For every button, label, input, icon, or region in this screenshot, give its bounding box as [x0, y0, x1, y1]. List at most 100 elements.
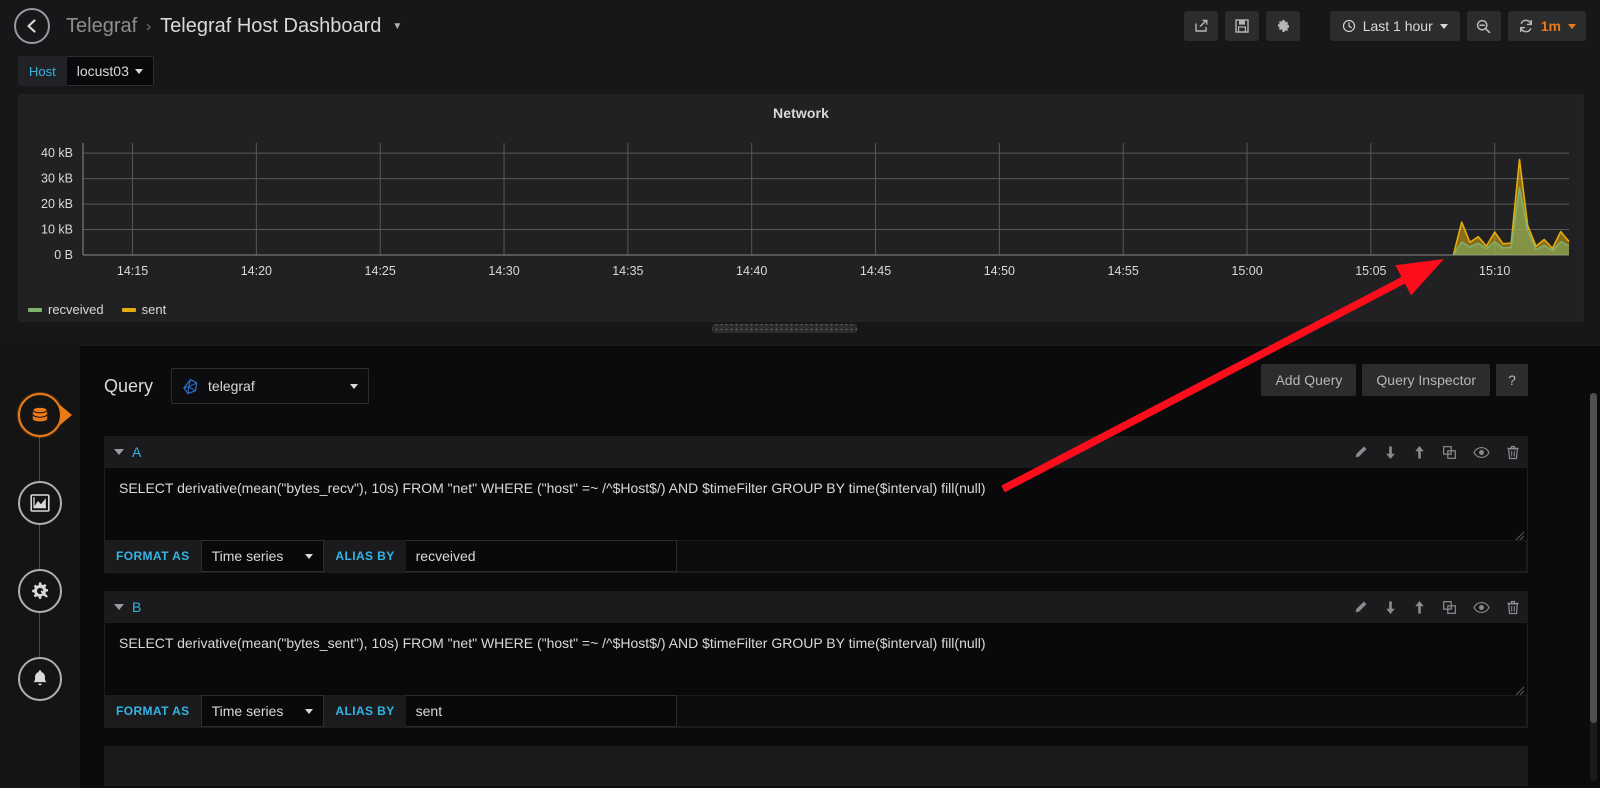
database-icon [32, 406, 48, 422]
breadcrumb-separator-icon: › [146, 17, 152, 35]
move-query-down-icon[interactable] [1384, 445, 1397, 460]
legend-color-swatch [28, 307, 42, 312]
breadcrumb-root-link[interactable]: Telegraf [66, 15, 137, 38]
move-query-down-icon[interactable] [1384, 600, 1397, 615]
query-editor-header: Query telegraf Add Query Query Inspector… [80, 346, 1600, 404]
refresh-icon [1519, 19, 1532, 33]
variable-picker-host[interactable]: locust03 [66, 56, 154, 86]
alias-by-input[interactable]: sent [405, 695, 677, 727]
panel-resize-handle[interactable] [712, 324, 857, 333]
time-range-picker[interactable]: Last 1 hour [1329, 11, 1460, 41]
legend-label: recveived [48, 302, 104, 317]
textarea-resize-grip[interactable] [1515, 683, 1525, 695]
dashboard-settings-button[interactable] [1265, 11, 1300, 41]
chevron-down-icon[interactable]: ▼ [392, 21, 402, 32]
zoom-out-icon [1477, 19, 1491, 33]
add-query-button[interactable]: Add Query [1261, 364, 1357, 396]
save-dashboard-button[interactable] [1224, 11, 1259, 41]
chevron-down-icon [134, 68, 143, 74]
collapse-query-icon[interactable] [114, 604, 124, 610]
panel-editor-sidebar [0, 345, 80, 788]
query-help-button[interactable]: ? [1496, 364, 1528, 396]
editor-scrollbar-thumb[interactable] [1590, 393, 1597, 723]
query-ref-id[interactable]: A [132, 444, 141, 460]
template-variable-row: Host locust03 [18, 56, 154, 86]
format-as-select[interactable]: Time series [200, 540, 325, 572]
legend-item[interactable]: recveived [28, 302, 104, 317]
graph-plot-area[interactable]: 0 B 10 kB 20 kB 30 kB 40 kB 14:15 14:20 14:25 14… [19, 121, 1583, 299]
svg-text:14:35: 14:35 [612, 264, 643, 278]
editor-tab-general[interactable] [18, 569, 62, 613]
format-as-label: FORMAT AS [105, 695, 201, 727]
share-dashboard-button[interactable] [1183, 11, 1218, 41]
query-sql-textarea[interactable]: SELECT derivative(mean("bytes_recv"), 10… [105, 468, 1527, 540]
chevron-down-icon [305, 553, 314, 559]
query-sql-text: SELECT derivative(mean("bytes_sent"), 10… [119, 635, 986, 651]
chevron-down-icon [1439, 23, 1448, 29]
graph-area-icon [30, 494, 50, 512]
editor-tab-queries[interactable] [18, 393, 62, 437]
legend-item[interactable]: sent [121, 302, 166, 317]
query-inspector-button[interactable]: Query Inspector [1362, 364, 1490, 396]
refresh-interval-label: 1m [1540, 18, 1561, 34]
move-query-up-icon[interactable] [1413, 445, 1426, 460]
query-row-body: SELECT derivative(mean("bytes_recv"), 10… [104, 468, 1528, 573]
datasource-name: telegraf [208, 378, 255, 394]
format-as-label: FORMAT AS [105, 540, 201, 572]
textarea-resize-grip[interactable] [1515, 528, 1525, 540]
back-button[interactable] [14, 8, 50, 44]
format-as-value: Time series [211, 703, 284, 719]
query-ref-id[interactable]: B [132, 599, 141, 615]
query-sql-text: SELECT derivative(mean("bytes_recv"), 10… [119, 480, 986, 496]
svg-text:14:50: 14:50 [984, 264, 1015, 278]
format-as-select[interactable]: Time series [200, 695, 325, 727]
alias-by-value: recveived [415, 548, 476, 564]
editor-tab-visualization[interactable] [18, 481, 62, 525]
delete-query-icon[interactable] [1506, 445, 1520, 460]
top-navbar: Telegraf › Telegraf Host Dashboard ▼ Las… [0, 0, 1600, 52]
svg-text:14:25: 14:25 [365, 264, 396, 278]
toggle-query-visibility-icon[interactable] [1473, 601, 1490, 614]
toggle-query-visibility-icon[interactable] [1473, 446, 1490, 459]
svg-text:14:30: 14:30 [488, 264, 519, 278]
query-section-label: Query [104, 375, 154, 396]
delete-query-icon[interactable] [1506, 600, 1520, 615]
query-row-header: A [104, 436, 1528, 468]
svg-text:15:10: 15:10 [1479, 264, 1510, 278]
refresh-picker[interactable]: 1m [1507, 11, 1586, 41]
duplicate-query-icon[interactable] [1442, 600, 1457, 615]
svg-text:20 kB: 20 kB [41, 197, 73, 211]
query-footer-filler [676, 540, 1527, 572]
chevron-down-icon [305, 708, 314, 714]
svg-text:0 B: 0 B [54, 248, 73, 262]
format-as-value: Time series [211, 548, 284, 564]
dashboard-title[interactable]: Telegraf Host Dashboard [160, 15, 381, 38]
duplicate-query-icon[interactable] [1442, 445, 1457, 460]
variable-value-host: locust03 [76, 63, 129, 79]
svg-text:14:55: 14:55 [1108, 264, 1139, 278]
query-row-footer: FORMAT AS Time series ALIAS BY recveived [105, 540, 1527, 572]
chevron-down-icon [350, 383, 359, 389]
legend-color-swatch [121, 307, 136, 312]
share-icon [1195, 19, 1208, 32]
query-sql-textarea[interactable]: SELECT derivative(mean("bytes_sent"), 10… [105, 623, 1527, 695]
move-query-up-icon[interactable] [1413, 600, 1426, 615]
query-row-a: A SELECT derivative(mean("bytes_recv"), … [104, 436, 1528, 573]
influxdb-icon [183, 378, 198, 394]
datasource-picker[interactable]: telegraf [171, 368, 370, 404]
collapse-query-icon[interactable] [114, 449, 124, 455]
grafana-dashboard-edit-page: Telegraf › Telegraf Host Dashboard ▼ Las… [0, 0, 1600, 788]
query-row-body: SELECT derivative(mean("bytes_sent"), 10… [104, 623, 1528, 728]
panel-title[interactable]: Network [19, 95, 1583, 121]
editor-scrollbar[interactable] [1590, 393, 1597, 781]
svg-text:14:20: 14:20 [241, 264, 272, 278]
svg-text:15:05: 15:05 [1355, 264, 1386, 278]
alias-by-input[interactable]: recveived [405, 540, 677, 572]
editor-tab-alert[interactable] [18, 657, 62, 701]
edit-query-icon[interactable] [1353, 600, 1368, 615]
edit-query-icon[interactable] [1353, 445, 1368, 460]
alias-by-value: sent [415, 703, 443, 719]
zoom-out-time-button[interactable] [1466, 11, 1501, 41]
alias-by-label: ALIAS BY [324, 540, 406, 572]
query-footer-filler [676, 695, 1527, 727]
